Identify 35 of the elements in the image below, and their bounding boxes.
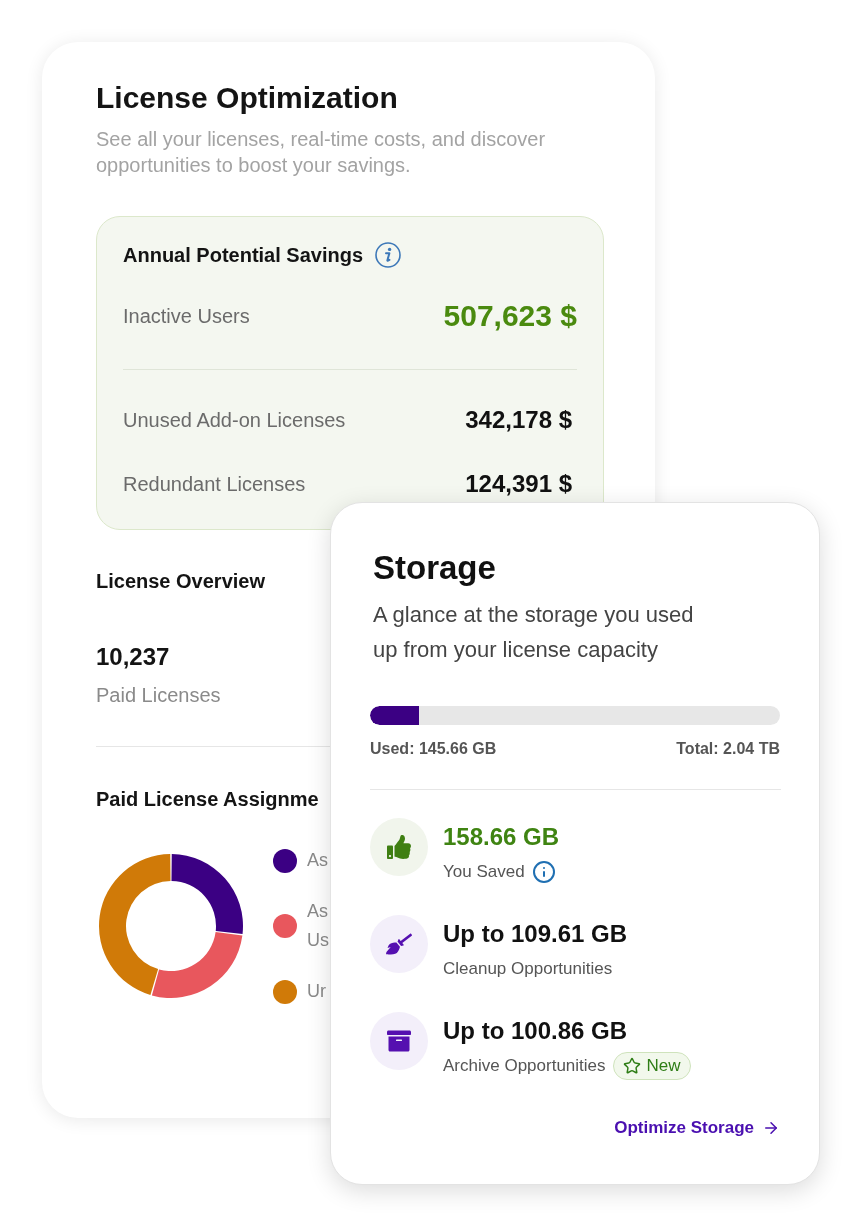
paid-licenses-count: 10,237 bbox=[96, 643, 170, 671]
archive-box-icon bbox=[387, 1029, 411, 1053]
section-title: Paid License Assignme bbox=[96, 787, 319, 811]
storage-label: Cleanup Opportunities bbox=[443, 958, 613, 980]
legend-label: Ur bbox=[307, 980, 327, 1003]
storage-amount: Up to 109.61 GB bbox=[443, 920, 628, 948]
paid-licenses-label: Paid Licenses bbox=[96, 683, 221, 708]
storage-label: You Saved bbox=[443, 861, 525, 883]
badge-text: New bbox=[646, 1055, 681, 1077]
legend-label: As Us bbox=[307, 900, 330, 952]
section-title: License Overview bbox=[96, 569, 265, 593]
savings-value: 342,178 $ bbox=[465, 406, 573, 434]
arrow-right-icon bbox=[762, 1119, 780, 1137]
optimize-storage-link[interactable]: Optimize Storage bbox=[614, 1117, 780, 1139]
card-title: License Optimization bbox=[96, 80, 398, 116]
storage-label: Archive Opportunities bbox=[443, 1055, 606, 1077]
legend-label: As bbox=[307, 849, 329, 872]
savings-value: 507,623 $ bbox=[443, 299, 577, 333]
broom-icon bbox=[386, 931, 412, 957]
used-storage: Used: 145.66 GB bbox=[370, 740, 497, 758]
star-icon bbox=[622, 1057, 641, 1075]
storage-amount: 158.66 GB bbox=[443, 823, 560, 851]
savings-value: 124,391 $ bbox=[465, 470, 573, 498]
storage-amount: Up to 100.86 GB bbox=[443, 1017, 628, 1045]
card-description: A glance at the storage you used up from your license capacity bbox=[372, 601, 695, 664]
thumbs-up-icon bbox=[387, 835, 411, 859]
info-icon[interactable] bbox=[531, 860, 556, 884]
card-subtitle: See all your licenses, real-time costs, and discover opportunities to boost your savings. bbox=[96, 127, 547, 178]
card-title: Storage bbox=[372, 548, 496, 588]
savings-label: Inactive Users bbox=[123, 304, 250, 329]
savings-title: Annual Potential Savings bbox=[123, 243, 364, 267]
info-icon[interactable] bbox=[375, 242, 402, 268]
savings-label: Redundant Licenses bbox=[123, 472, 306, 497]
savings-label: Unused Add-on Licenses bbox=[123, 408, 346, 433]
total-storage: Total: 2.04 TB bbox=[676, 740, 780, 758]
